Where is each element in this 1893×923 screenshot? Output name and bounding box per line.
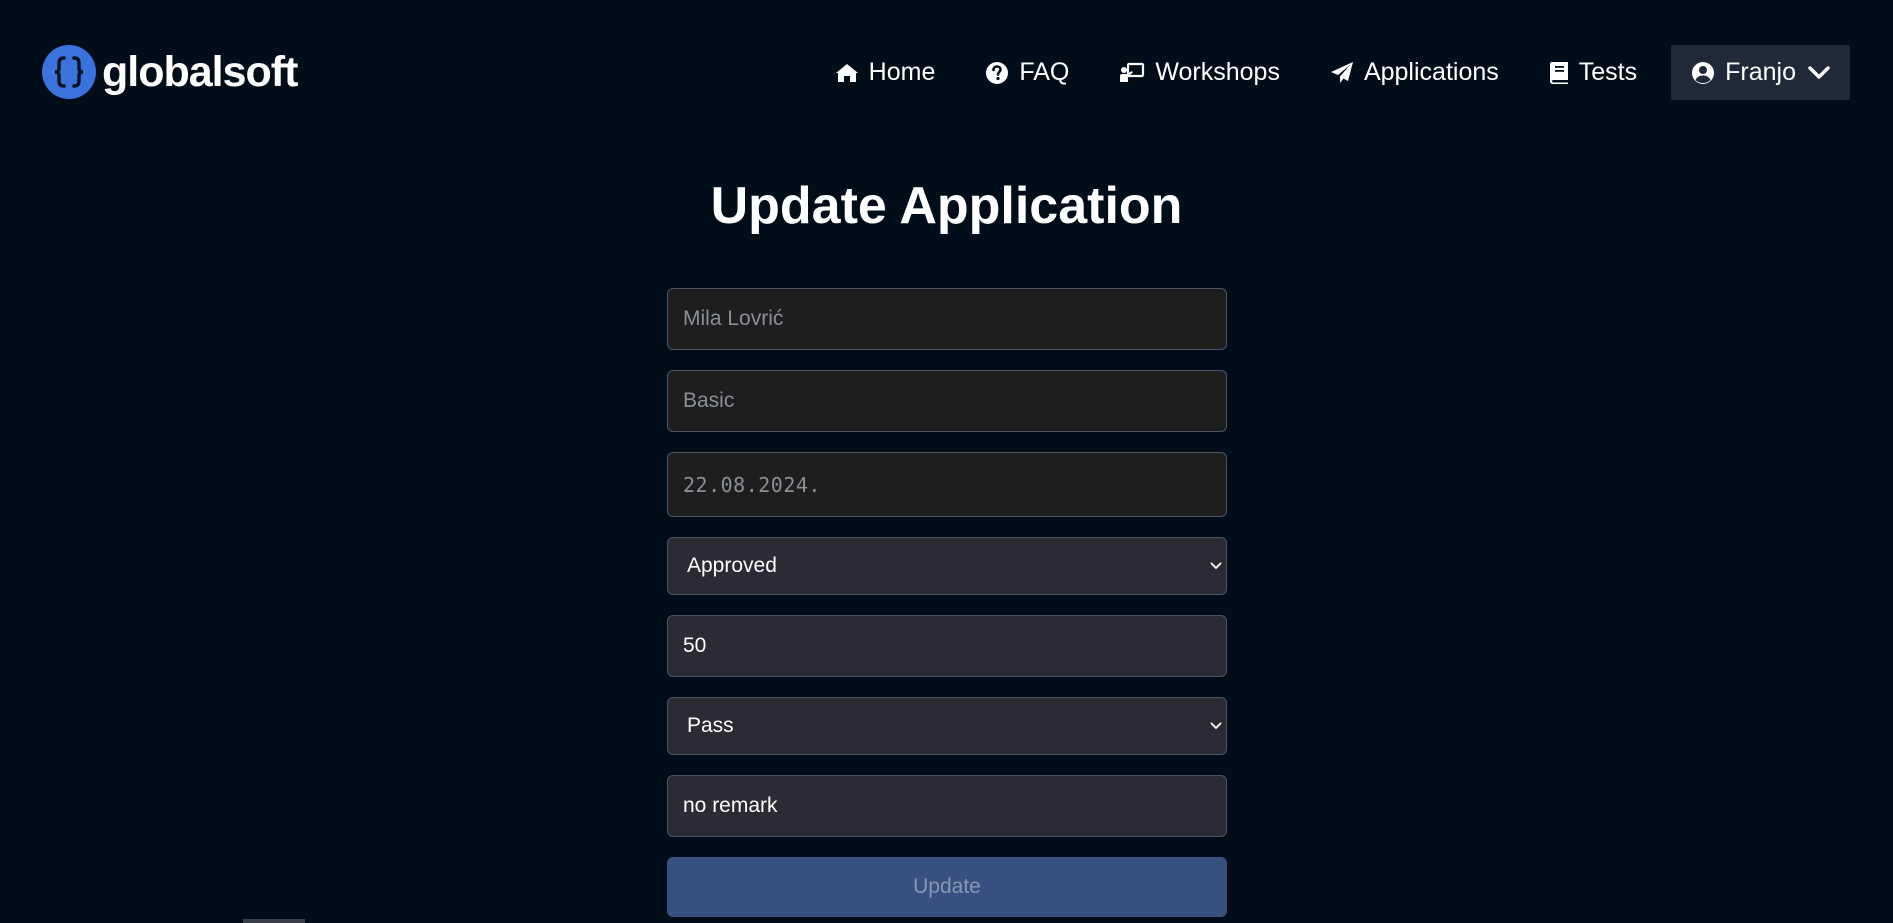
nav-item-workshops[interactable]: Workshops bbox=[1119, 45, 1280, 100]
chevron-down-icon bbox=[1210, 562, 1222, 570]
curly-braces-icon bbox=[42, 45, 96, 99]
nav-label-home: Home bbox=[868, 58, 936, 86]
remark-field[interactable]: no remark bbox=[667, 775, 1227, 837]
brand-logo[interactable]: globalsoft bbox=[42, 43, 298, 101]
question-circle-icon bbox=[986, 61, 1009, 84]
page-title: Update Application bbox=[710, 177, 1183, 235]
horizontal-scrollbar[interactable] bbox=[243, 919, 305, 923]
user-menu-button[interactable]: Franjo bbox=[1671, 45, 1850, 100]
workshop-field[interactable]: Basic bbox=[667, 370, 1227, 432]
status-value: Approved bbox=[687, 554, 777, 577]
points-value: 50 bbox=[683, 634, 707, 657]
user-name: Franjo bbox=[1725, 58, 1796, 86]
chevron-down-icon bbox=[1808, 65, 1830, 79]
nav-label-tests: Tests bbox=[1578, 58, 1638, 86]
applicant-name-value: Mila Lovrić bbox=[683, 307, 784, 330]
nav-label-workshops: Workshops bbox=[1155, 58, 1280, 86]
book-icon bbox=[1549, 61, 1568, 84]
points-field[interactable]: 50 bbox=[667, 615, 1227, 677]
home-icon bbox=[835, 63, 858, 82]
update-button[interactable]: Update bbox=[667, 857, 1227, 917]
nav-item-applications[interactable]: Applications bbox=[1330, 45, 1499, 100]
nav-item-tests[interactable]: Tests bbox=[1549, 45, 1637, 100]
brand-name: globalsoft bbox=[102, 47, 298, 96]
chalkboard-teacher-icon bbox=[1120, 62, 1145, 82]
date-value: 22.08.2024. bbox=[683, 472, 821, 497]
main-nav: Home FAQ Workshops Applications Tests Fr… bbox=[785, 45, 1850, 100]
chevron-down-icon bbox=[1210, 722, 1222, 730]
page: globalsoft Home FAQ Workshops Applicatio… bbox=[0, 0, 1893, 923]
nav-item-faq[interactable]: FAQ bbox=[985, 45, 1069, 100]
paper-plane-icon bbox=[1330, 61, 1353, 83]
nav-item-home[interactable]: Home bbox=[835, 45, 936, 100]
result-select[interactable]: Pass bbox=[667, 697, 1227, 755]
nav-label-applications: Applications bbox=[1363, 58, 1499, 86]
applicant-name-field[interactable]: Mila Lovrić bbox=[667, 288, 1227, 350]
user-circle-icon bbox=[1692, 61, 1715, 84]
nav-label-faq: FAQ bbox=[1019, 58, 1070, 86]
header: globalsoft Home FAQ Workshops Applicatio… bbox=[0, 0, 1893, 145]
workshop-value: Basic bbox=[683, 389, 735, 412]
result-value: Pass bbox=[687, 714, 734, 737]
date-field[interactable]: 22.08.2024. bbox=[667, 452, 1227, 517]
remark-value: no remark bbox=[683, 794, 778, 817]
status-select[interactable]: Approved bbox=[667, 537, 1227, 595]
